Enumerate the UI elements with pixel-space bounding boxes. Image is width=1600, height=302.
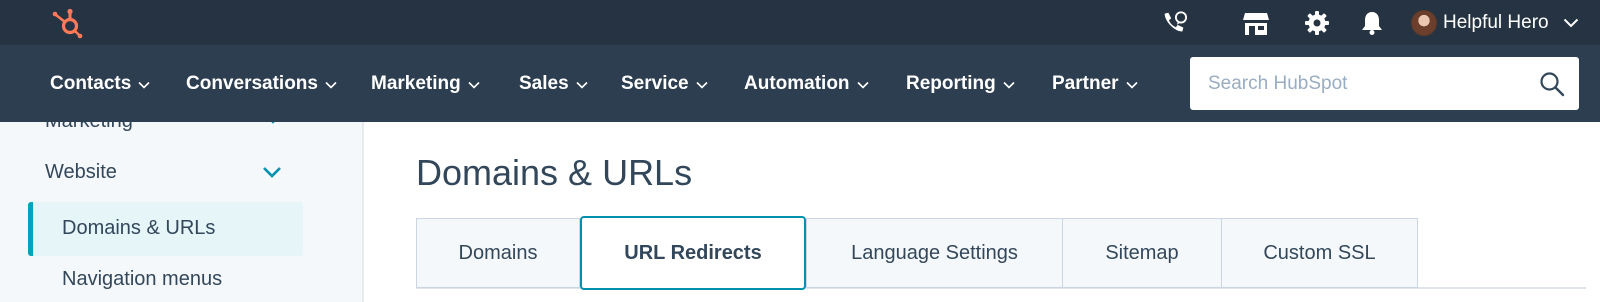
nav-item-contacts[interactable]: Contacts [50,72,150,96]
nav-item-label: Partner [1052,73,1119,94]
tab-custom-ssl[interactable]: Custom SSL [1221,218,1418,288]
nav-item-partner[interactable]: Partner [1052,72,1138,96]
nav-item-label: Service [621,73,689,94]
nav-item-label: Marketing [371,73,461,94]
nav-item-conversations[interactable]: Conversations [186,72,337,96]
nav-item-label: Automation [744,73,850,94]
chevron-down-icon [271,122,275,124]
user-name: Helpful Hero [1443,12,1549,33]
top-utility-bar: Helpful Hero [0,0,1600,45]
tab-language-settings[interactable]: Language Settings [806,218,1063,288]
sidebar-item-domains-urls[interactable]: Domains & URLs [28,202,303,256]
chevron-down-icon[interactable] [262,166,282,178]
nav-item-label: Conversations [186,73,318,94]
tab-sitemap[interactable]: Sitemap [1062,218,1222,288]
nav-item-reporting[interactable]: Reporting [906,72,1015,96]
chevron-down-icon [1125,81,1138,89]
chevron-down-icon [696,81,708,89]
calling-icon[interactable] [1160,9,1188,37]
nav-item-label: Sales [519,73,569,94]
chevron-down-icon [1003,81,1015,89]
avatar [1411,10,1437,36]
sidebar-group-website[interactable]: Website [45,161,117,184]
sidebar-item-navigation-menus[interactable]: Navigation menus [62,268,222,291]
notifications-bell-icon[interactable] [1358,9,1386,37]
chevron-down-icon [138,81,150,89]
nav-item-service[interactable]: Service [621,72,708,96]
nav-item-sales[interactable]: Sales [519,72,588,96]
chevron-down-icon [325,81,337,89]
tab-domains[interactable]: Domains [416,218,580,288]
chevron-down-icon [468,81,480,89]
tab-url-redirects[interactable]: URL Redirects [580,216,806,290]
nav-item-label: Reporting [906,73,996,94]
search-input[interactable] [1208,72,1528,95]
settings-gear-icon[interactable] [1303,9,1331,37]
search-icon[interactable] [1539,71,1565,97]
nav-item-marketing[interactable]: Marketing [371,72,480,96]
marketplace-icon[interactable] [1242,9,1270,37]
user-menu[interactable]: Helpful Hero [1411,8,1579,38]
nav-item-label: Contacts [50,73,132,94]
page-title: Domains & URLs [416,152,693,193]
sidebar-item-label: Domains & URLs [62,217,216,239]
hubspot-logo[interactable] [50,4,86,40]
sidebar-group-marketing[interactable]: Marketing [45,122,133,133]
search-box [1190,57,1579,110]
chevron-down-icon [856,81,869,89]
chevron-down-icon [576,81,588,89]
main-navigation: Contacts Conversations Marketing Sales S… [0,45,1600,122]
settings-sidebar: Marketing Website Domains & URLs Navigat… [0,122,364,302]
nav-item-automation[interactable]: Automation [744,72,869,96]
chevron-down-icon [1563,18,1578,28]
